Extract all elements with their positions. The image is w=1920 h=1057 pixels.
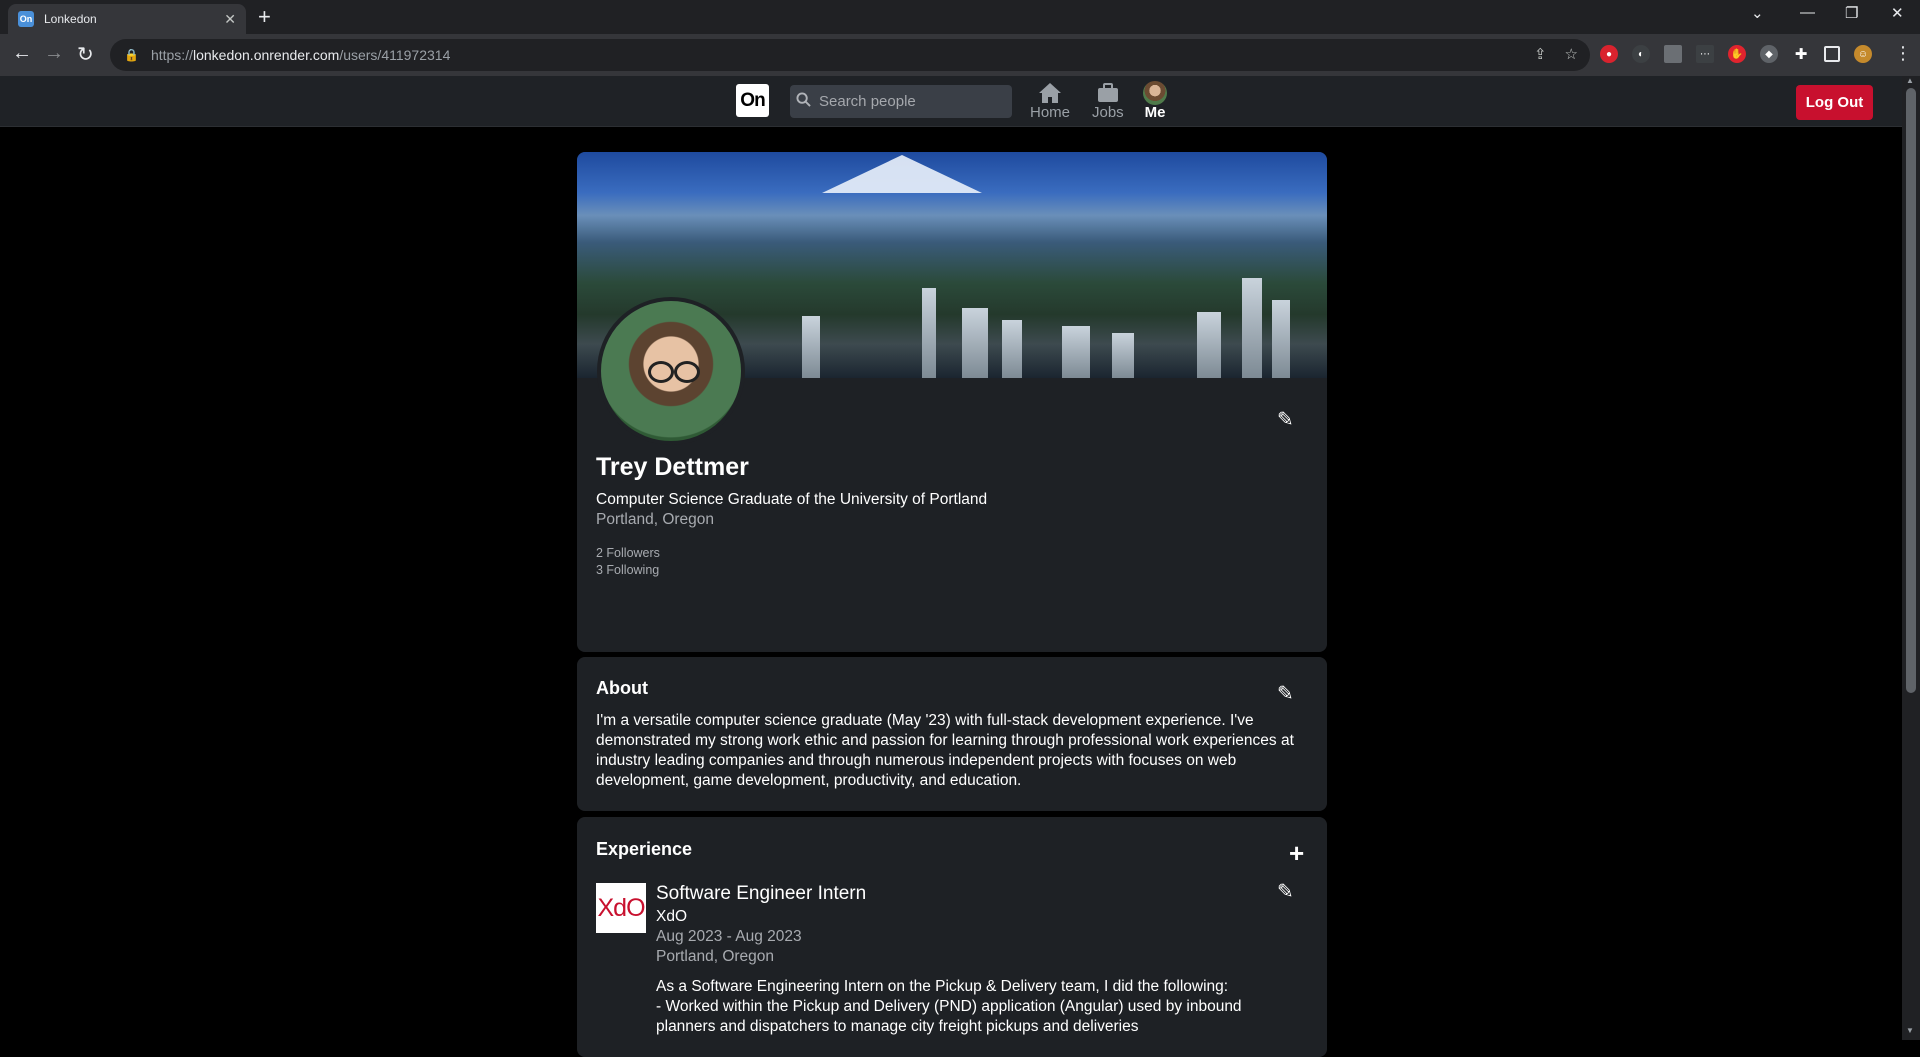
page-scrollbar[interactable]: ▲ ▼ [1902,76,1920,1040]
nav-jobs-label: Jobs [1092,104,1124,121]
follow-counts: 2 Followers 3 Following [596,545,660,579]
nav-me[interactable]: Me [1143,81,1167,121]
scroll-thumb[interactable] [1906,88,1916,693]
scroll-up-icon[interactable]: ▲ [1906,76,1914,85]
url-scheme: https:// [150,47,193,63]
search-icon [796,92,811,111]
bookmark-star-icon[interactable]: ☆ [1565,45,1578,63]
extension-icon-1[interactable]: ● [1600,45,1618,63]
nav-jobs[interactable]: Jobs [1092,82,1124,121]
profile-headline: Computer Science Graduate of the Univers… [596,491,988,508]
url-path: /users/411972314 [339,47,451,63]
window-close-icon[interactable]: ✕ [1891,4,1904,22]
extension-icon-2[interactable]: ◐ [1632,45,1650,63]
profile-card: ✎ Trey Dettmer Computer Science Graduate… [577,152,1327,652]
back-icon[interactable]: ← [12,42,32,65]
restore-icon[interactable]: ❐ [1845,4,1858,22]
home-icon [1038,82,1062,104]
lock-icon[interactable]: 🔒 [124,48,139,62]
tab-search-icon[interactable]: ⌄ [1751,4,1764,22]
scroll-down-icon[interactable]: ▼ [1906,1026,1914,1035]
nav-home[interactable]: Home [1030,82,1070,121]
experience-description: As a Software Engineering Intern on the … [656,977,1266,1037]
profile-avatar[interactable] [597,297,745,445]
profile-location: Portland, Oregon [596,511,715,528]
profile-name: Trey Dettmer [596,453,749,481]
puzzle-icon[interactable]: ✚ [1792,45,1810,63]
experience-company: XdO [656,908,688,925]
edit-profile-pencil-icon[interactable]: ✎ [1277,407,1294,432]
logout-button[interactable]: Log Out [1796,85,1873,120]
experience-description-line: - Worked within the Pickup and Delivery … [656,998,1242,1035]
about-heading: About [596,678,648,698]
sidepanel-icon[interactable] [1824,46,1840,62]
browser-menu-icon[interactable]: ⋮ [1894,43,1912,64]
tab-title: Lonkedon [44,12,97,26]
extension-icon-5[interactable]: ✋ [1728,45,1746,63]
about-card: About ✎ I'm a versatile computer science… [577,657,1327,811]
close-icon[interactable]: ✕ [224,11,236,28]
extension-icon-4[interactable]: ⋯ [1696,45,1714,63]
edit-about-pencil-icon[interactable]: ✎ [1277,681,1294,706]
search-input[interactable] [817,92,1001,111]
minimize-icon[interactable]: — [1800,4,1815,21]
glasses-shape [648,361,700,383]
following-count[interactable]: 3 Following [596,562,660,579]
shield-icon[interactable]: ◆ [1760,45,1778,63]
company-logo: XdO [596,883,646,933]
share-icon[interactable]: ⇪ [1534,45,1547,63]
tab-favicon: On [18,11,34,27]
experience-description-line: As a Software Engineering Intern on the … [656,978,1229,995]
edit-experience-pencil-icon[interactable]: ✎ [1277,879,1294,904]
experience-location: Portland, Oregon [656,948,775,965]
mountain-shape [822,155,982,193]
experience-dates: Aug 2023 - Aug 2023 [656,928,802,945]
extension-icon-3[interactable] [1664,45,1682,63]
address-bar[interactable]: 🔒 https://lonkedon.onrender.com/users/41… [110,39,1590,71]
browser-tab[interactable]: On Lonkedon ✕ [8,4,246,34]
new-tab-icon[interactable]: + [258,4,271,30]
experience-card: Experience + ✎ XdO Software Engineer Int… [577,817,1327,1057]
avatar [1143,81,1167,105]
experience-heading: Experience [596,839,693,859]
browser-toolbar: ← → ↻ 🔒 https://lonkedon.onrender.com/us… [0,34,1920,76]
experience-title: Software Engineer Intern [656,883,867,904]
reload-icon[interactable]: ↻ [77,42,94,67]
app-navbar: On Home Jobs Me Log Out [0,76,1902,127]
followers-count[interactable]: 2 Followers [596,545,660,562]
add-experience-plus-icon[interactable]: + [1289,838,1304,869]
search-box[interactable] [790,85,1012,118]
forward-icon[interactable]: → [44,42,64,65]
about-text: I'm a versatile computer science graduat… [596,712,1294,789]
briefcase-icon [1097,82,1119,104]
profile-avatar-icon[interactable]: ☺ [1854,45,1872,63]
browser-tabstrip: On Lonkedon ✕ + ⌄ — ❐ ✕ [0,0,1920,34]
url-host: lonkedon.onrender.com [192,47,340,63]
app-logo[interactable]: On [736,84,769,117]
nav-home-label: Home [1030,104,1071,121]
nav-me-label: Me [1144,104,1166,121]
